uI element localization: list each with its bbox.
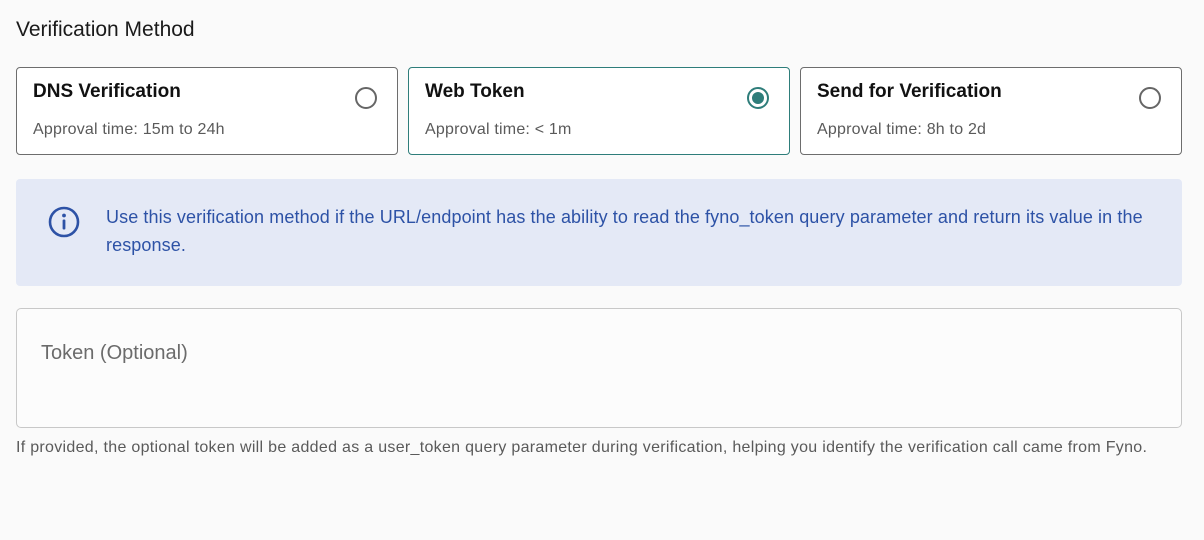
verification-options: DNS Verification Approval time: 15m to 2… [16,67,1182,157]
option-send-for-verification[interactable]: Send for Verification Approval time: 8h … [800,67,1182,155]
option-approval-time: Approval time: 15m to 24h [33,121,225,138]
radio-button[interactable] [1139,87,1161,109]
option-approval-time: Approval time: 8h to 2d [817,121,987,138]
token-input[interactable] [41,335,1141,371]
radio-button[interactable] [355,87,377,109]
token-field[interactable] [16,308,1182,428]
verification-method-form: Verification Method DNS Verification App… [0,0,1204,540]
info-icon [48,206,80,238]
option-dns-verification[interactable]: DNS Verification Approval time: 15m to 2… [16,67,398,155]
option-approval-time: Approval time: < 1m [425,121,572,138]
radio-button-checked[interactable] [747,87,769,109]
info-message: Use this verification method if the URL/… [106,207,1143,255]
info-alert: Use this verification method if the URL/… [16,179,1182,286]
option-title: Send for Verification [817,81,1002,102]
token-helper-text: If provided, the optional token will be … [16,439,1148,456]
option-title: DNS Verification [33,81,181,102]
option-title: Web Token [425,81,525,102]
section-title: Verification Method [16,18,195,41]
option-web-token[interactable]: Web Token Approval time: < 1m [408,67,790,155]
